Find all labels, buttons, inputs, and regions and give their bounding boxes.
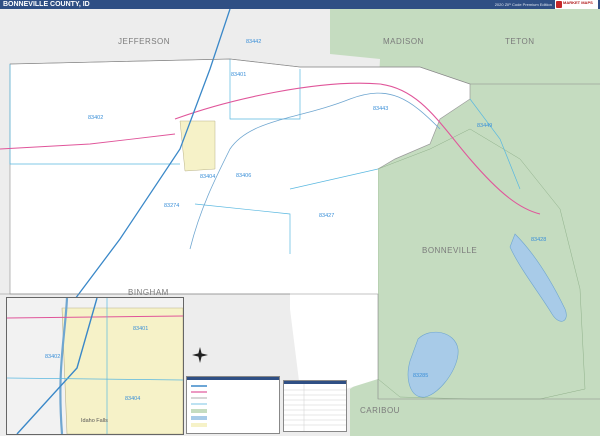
zip-label: 83449	[477, 123, 493, 129]
inset-city-label: Idaho Falls	[81, 418, 108, 424]
zip-label: 83274	[164, 203, 180, 209]
valley-area	[290, 169, 378, 394]
zip-code-table	[283, 380, 347, 432]
zip-label: 83406	[236, 173, 252, 179]
title-bar: BONNEVILLE COUNTY, ID 2020 ZIP Code Prem…	[0, 0, 600, 9]
logo-icon	[556, 1, 562, 8]
inset-zip-label: 83404	[125, 396, 141, 402]
logo-text: MARKET MAPS	[563, 0, 593, 5]
publisher-logo: MARKET MAPS	[555, 0, 598, 9]
inset-zip-label: 83402	[45, 354, 61, 360]
inset-canvas	[7, 298, 183, 434]
map-legend	[186, 376, 280, 434]
zip-label: 83428	[531, 237, 547, 243]
inset-zip-label: 83401	[133, 326, 149, 332]
zip-label: 83401	[231, 72, 247, 78]
city-inset-map[interactable]: 83401 83402 83404 Idaho Falls	[6, 297, 184, 435]
county-label-caribou: CARIBOU	[360, 406, 400, 415]
idaho-falls-city	[179, 120, 216, 172]
zip-label: 83402	[88, 115, 104, 121]
north-arrow-icon	[192, 347, 208, 363]
county-label-bonneville: BONNEVILLE	[422, 246, 478, 255]
map-title: BONNEVILLE COUNTY, ID	[3, 1, 90, 8]
county-label-madison: MADISON	[383, 37, 424, 46]
county-label-teton: TETON	[505, 37, 535, 46]
zip-label: 83442	[246, 39, 262, 45]
zip-label: 83427	[319, 213, 335, 219]
zip-label: 83443	[373, 106, 389, 112]
county-label-jefferson: JEFFERSON	[118, 37, 171, 46]
zip-label: 83285	[413, 373, 429, 379]
zip-label: 83404	[200, 174, 216, 180]
county-label-bingham: BINGHAM	[128, 288, 169, 297]
map-edition: 2020 ZIP Code Premium Edition	[494, 2, 552, 7]
